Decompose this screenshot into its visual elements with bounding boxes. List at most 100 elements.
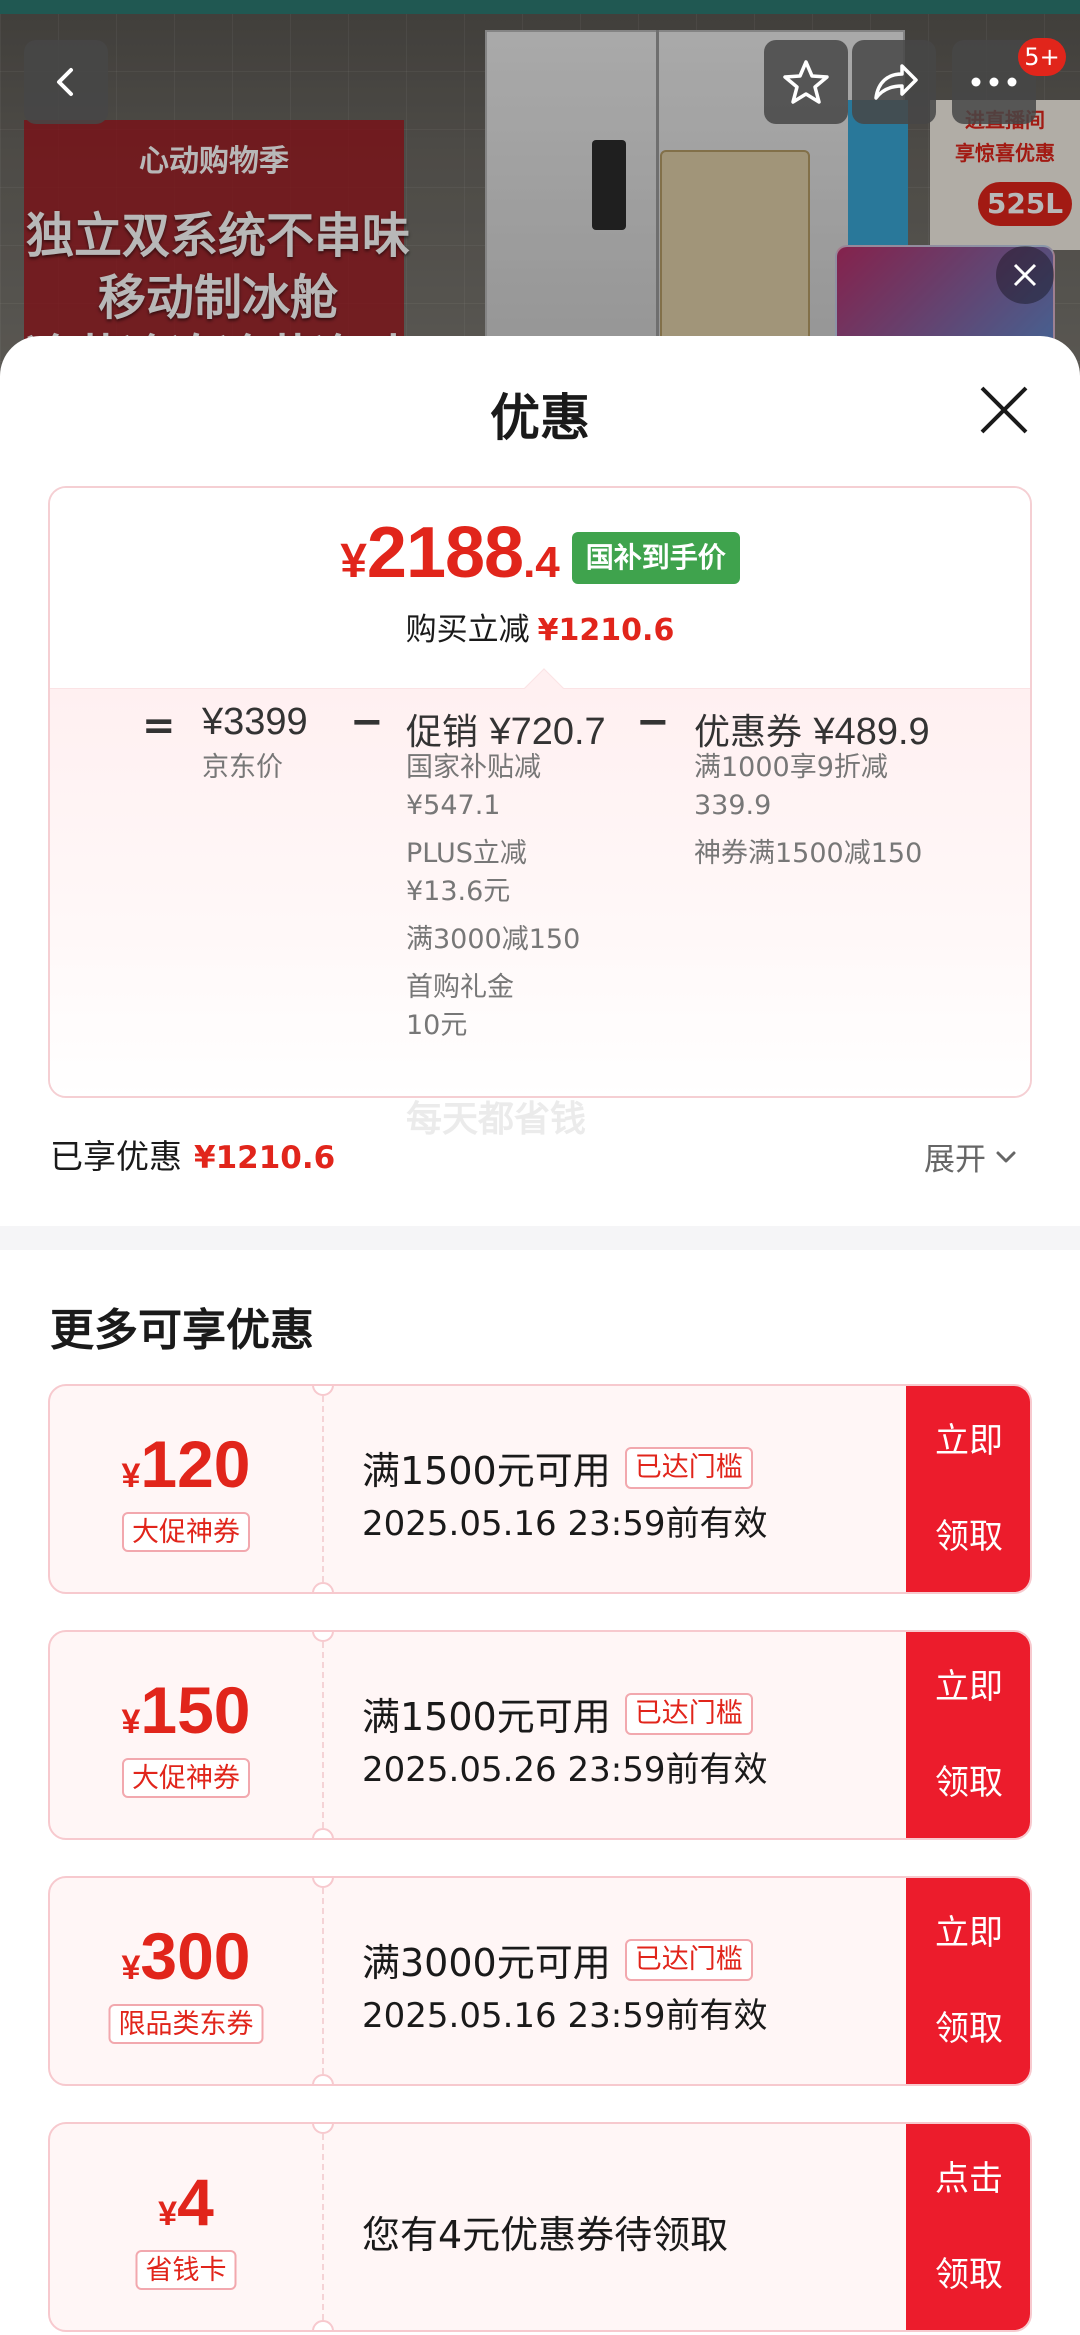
coupon-validity: 2025.05.16 23:59前有效 [362,1996,768,2036]
claim-coupon-button[interactable]: 立即 领取 [906,1386,1030,1592]
watermark-text: 每天都省钱 [406,1099,587,1140]
final-price: ¥2188.4 [340,512,560,594]
coupon-item-2: 339.9 [694,790,772,821]
promo-item-5: 满3000减150 [406,924,581,955]
expand-label: 展开 [924,1142,986,1178]
coupon-divider [322,1386,324,1592]
share-icon [874,64,918,100]
promo-item-4: ¥13.6元 [406,876,511,907]
coupon-condition-row: 满1500元可用 已达门槛 [362,1440,753,1495]
coupon-value: ¥120 [50,1426,322,1502]
instant-discount-row: 购买立减 ¥1210.6 [50,604,1030,649]
coupon-head: 优惠券 ¥489.9 [694,703,930,755]
claim-button-line-1: 立即 [935,1913,1003,1953]
coupon-notch [312,1828,334,1838]
close-icon [1013,263,1037,287]
coupon-yen: ¥ [121,1457,141,1495]
promo-item-3: PLUS立减 [406,838,527,869]
coupon-amount-value: 4 [177,2165,214,2239]
claim-button-line-2: 领取 [935,2009,1003,2049]
promo-head: 促销 ¥720.7 [406,703,606,755]
savings-card-coupon: ¥4 省钱卡 您有4元优惠券待领取 点击领取 [48,2122,1032,2332]
price-breakdown-card: ¥2188.4 国补到手价 购买立减 ¥1210.6 = ¥3399 京东价 − … [48,486,1032,1098]
coupon-yen: ¥ [121,1949,141,1987]
coupon-amount-value: 120 [140,1427,251,1501]
coupon-type: 大促神券 [122,1758,250,1798]
coupon-value-area: ¥300 限品类东券 [50,1878,322,2084]
final-price-row: ¥2188.4 国补到手价 [50,512,1030,594]
coupon-value: ¥300 [50,1918,322,1994]
claim-button-line-2: 领取 [935,1517,1003,1557]
jd-price-label: 京东价 [202,752,283,783]
claim-button-line-1: 点击 [935,2159,1003,2199]
coupon-item-3: 神券满1500减150 [694,838,923,869]
gov-subsidy-tag: 国补到手价 [571,532,740,584]
coupon-amount-value: 150 [140,1673,251,1747]
coupon-condition: 满1500元可用 [362,1449,611,1493]
claim-coupon-button[interactable]: 立即 领取 [906,1632,1030,1838]
coupon-notch [312,2074,334,2084]
promo-amount: ¥720.7 [489,711,606,753]
coupon-validity: 2025.05.26 23:59前有效 [362,1750,768,1790]
coupon-label: 优惠券 [694,712,803,753]
minus-sign-2: − [636,699,670,745]
claim-button-line-1: 立即 [935,1667,1003,1707]
more-icon [971,77,1017,87]
threshold-met-tag: 已达门槛 [624,1446,753,1489]
coupon-value-area: ¥150 大促神券 [50,1632,322,1838]
coupon-card: ¥120 大促神券 满1500元可用 已达门槛 2025.05.16 23:59… [48,1384,1032,1594]
enjoyed-label: 已享优惠 [50,1137,182,1176]
coupon-condition: 满1500元可用 [362,1695,611,1739]
jd-price-value: ¥3399 [202,701,308,743]
jd-price: ¥3399 [202,701,308,744]
price-formula: = ¥3399 京东价 − 促销 ¥720.7 国家补贴减 ¥547.1 PLU… [50,688,1030,1096]
promo-item-2: ¥547.1 [406,790,501,821]
coupon-amount: ¥489.9 [813,711,930,753]
sheet-title: 优惠 [490,389,590,447]
sheet-close-button[interactable] [976,382,1032,438]
coupon-value-area: ¥120 大促神券 [50,1386,322,1592]
promo-label: 促销 [406,712,479,753]
promo-item-6: 首购礼金 [406,972,514,1003]
promo-item-1: 国家补贴减 [406,752,541,783]
claim-coupon-button[interactable]: 立即 领取 [906,1878,1030,2084]
video-close-button[interactable] [996,246,1054,304]
coupon-condition: 满3000元可用 [362,1941,611,1985]
threshold-met-tag: 已达门槛 [624,1692,753,1735]
discount-sheet: 优惠 ¥2188.4 国补到手价 购买立减 ¥1210.6 = ¥3399 京东价… [0,336,1080,2335]
final-price-integer: 2188 [366,513,524,593]
price-summary: ¥2188.4 国补到手价 购买立减 ¥1210.6 [50,488,1030,688]
claim-button-line-1: 立即 [935,1421,1003,1461]
coupon-type: 限品类东券 [108,2004,264,2044]
coupon-condition-row: 满3000元可用 已达门槛 [362,1932,753,1987]
final-price-decimal: .4 [523,538,560,587]
enjoyed-amount: ¥1210.6 [194,1140,336,1176]
coupon-notch [312,1582,334,1592]
threshold-met-tag: 已达门槛 [624,1938,753,1981]
coupon-yen: ¥ [121,1703,141,1741]
coupon-divider [322,1878,324,2084]
savings-card-text: 您有4元优惠券待领取 [362,2213,729,2257]
favorite-button[interactable] [764,40,848,124]
instant-discount-amount: ¥1210.6 [537,613,675,648]
coupon-yen: ¥ [158,2195,178,2233]
coupon-card: ¥150 大促神券 满1500元可用 已达门槛 2025.05.26 23:59… [48,1630,1032,1840]
expand-button[interactable]: 展开 [924,1134,1020,1179]
coupon-value: ¥4 [50,2164,322,2240]
share-button[interactable] [852,40,936,124]
claim-button-line-2: 领取 [935,1763,1003,1803]
coupon-value-area: ¥4 省钱卡 [50,2124,322,2330]
enjoyed-discount: 已享优惠 ¥1210.6 [50,1130,335,1178]
instant-discount-label: 购买立减 [405,612,530,648]
coupon-divider [322,2124,324,2330]
coupon-card: ¥300 限品类东券 满3000元可用 已达门槛 2025.05.16 23:5… [48,1876,1032,2086]
back-button[interactable] [24,40,108,124]
message-count-badge: 5+ [1018,38,1066,76]
coupon-value: ¥150 [50,1672,322,1748]
claim-savings-button[interactable]: 点击 领取 [906,2124,1030,2330]
claim-button-line-2: 领取 [935,2255,1003,2295]
coupon-validity: 2025.05.16 23:59前有效 [362,1504,768,1544]
back-icon [57,68,73,96]
star-icon [783,60,829,104]
final-price-currency: ¥ [340,535,367,588]
